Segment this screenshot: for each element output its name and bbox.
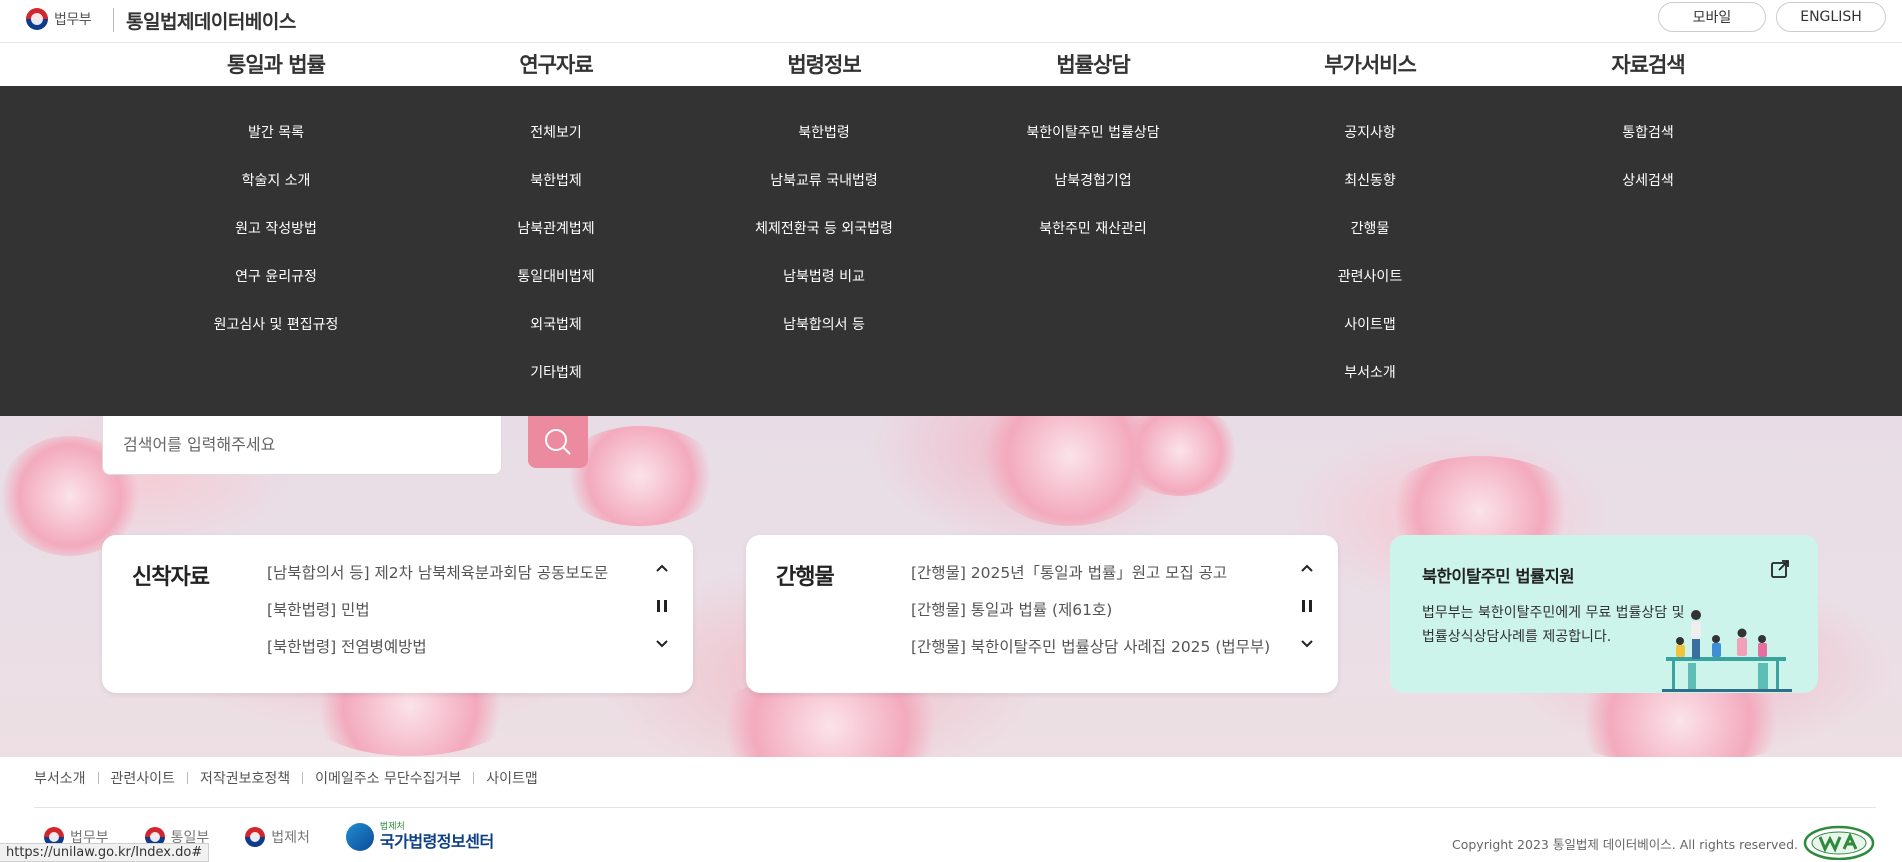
menu-item[interactable]: 학술지 소개 [242,170,311,190]
publications-card: 간행물 [간행물] 2025년「통일과 법률」원고 모집 공고 [간행물] 통일… [746,535,1338,693]
list-item[interactable]: [간행물] 통일과 법률 (제61호) [911,598,1286,635]
menu-item[interactable]: 공지사항 [1344,122,1396,142]
chevron-up-icon[interactable] [1296,557,1318,579]
menu-item[interactable]: 북한법령 [798,122,850,142]
list-item[interactable]: [남북합의서 등] 제2차 남북체육분과회담 공동보도문 [267,561,647,598]
menu-item[interactable]: 남북교류 국내법령 [770,170,878,190]
globe-icon [345,823,374,851]
menu-item[interactable]: 남북경협기업 [1054,170,1131,190]
search-icon [545,429,571,455]
new-materials-title: 신착자료 [132,565,210,590]
menu-item[interactable]: 북한법제 [530,170,582,190]
law-center-name: 국가법령정보센터 [379,832,494,852]
nav-research[interactable]: 연구자료 [519,49,593,79]
menu-item[interactable]: 원고 작성방법 [235,218,317,238]
pause-icon[interactable] [651,595,673,617]
legal-support-title: 북한이탈주민 법률지원 [1422,567,1575,586]
footer-links: 부서소개 관련사이트 저작권보호정책 이메일주소 무단수집거부 사이트맵 [34,768,538,788]
ministry-name: 법무부 [54,12,92,28]
nav-unification-law[interactable]: 통일과 법률 [227,49,326,79]
nav-legal-counsel[interactable]: 법률상담 [1056,49,1130,79]
footer-separator [186,772,188,784]
chevron-down-icon[interactable] [651,633,673,655]
pause-icon[interactable] [1296,595,1318,617]
publications-title: 간행물 [776,565,835,590]
footer-divider [34,807,1876,808]
menu-item[interactable]: 통합검색 [1622,122,1674,142]
top-bar: 법무부 통일법제데이터베이스 모바일 ENGLISH [0,0,1902,43]
mobile-button[interactable]: 모바일 [1658,2,1766,32]
new-materials-list: [남북합의서 등] 제2차 남북체육분과회담 공동보도문 [북한법령] 민법 [… [267,561,647,672]
search-box [102,416,502,475]
menu-item[interactable]: 통일대비법제 [517,266,594,286]
footer-logo-moleg[interactable]: 법제처 [245,827,310,847]
site-title[interactable]: 통일법제데이터베이스 [126,7,296,34]
menu-item[interactable]: 기타법제 [530,362,582,382]
footer-link-sitemap[interactable]: 사이트맵 [486,768,538,788]
english-button[interactable]: ENGLISH [1776,2,1886,32]
new-materials-card: 신착자료 [남북합의서 등] 제2차 남북체육분과회담 공동보도문 [북한법령]… [102,535,693,693]
list-item[interactable]: [간행물] 2025년「통일과 법률」원고 모집 공고 [911,561,1286,598]
publications-list: [간행물] 2025년「통일과 법률」원고 모집 공고 [간행물] 통일과 법률… [911,561,1286,672]
footer-separator [97,772,99,784]
footer-link-related-sites[interactable]: 관련사이트 [111,768,175,788]
footer-separator [473,772,475,784]
main-nav: 통일과 법률 연구자료 법령정보 법률상담 부가서비스 자료검색 [0,43,1902,86]
nav-extra-services[interactable]: 부가서비스 [1324,49,1417,79]
taegeuk-icon [245,827,266,847]
menu-item[interactable]: 남북관계법제 [517,218,594,238]
nav-law-info[interactable]: 법령정보 [787,49,861,79]
footer: 부서소개 관련사이트 저작권보호정책 이메일주소 무단수집거부 사이트맵 법무부… [0,757,1902,860]
menu-item[interactable]: 발간 목록 [248,122,304,142]
chevron-down-icon[interactable] [1296,633,1318,655]
legal-support-card[interactable]: 북한이탈주민 법률지원 법무부는 북한이탈주민에게 무료 법률상담 및 법률상식… [1390,535,1818,693]
menu-item[interactable]: 간행물 [1351,218,1390,238]
list-item[interactable]: [간행물] 북한이탈주민 법률상담 사례집 2025 (법무부) [911,635,1286,672]
menu-item[interactable]: 북한주민 재산관리 [1039,218,1147,238]
nav-data-search[interactable]: 자료검색 [1611,49,1685,79]
header-divider [113,8,114,32]
list-item[interactable]: [북한법령] 전염병예방법 [267,635,647,672]
search-input[interactable] [121,428,485,460]
footer-logo-law-center[interactable]: 법제처 국가법령정보센터 [345,822,494,852]
menu-item[interactable]: 외국법제 [530,314,582,334]
accessibility-mark-icon [1803,825,1875,860]
menu-item[interactable]: 체제전환국 등 외국법령 [755,218,893,238]
menu-item[interactable]: 전체보기 [530,122,582,142]
menu-item[interactable]: 관련사이트 [1338,266,1402,286]
taegeuk-icon [26,8,48,30]
footer-link-departments[interactable]: 부서소개 [34,768,86,788]
menu-item[interactable]: 연구 윤리규정 [235,266,317,286]
hero-section: 신착자료 [남북합의서 등] 제2차 남북체육분과회담 공동보도문 [북한법령]… [0,416,1902,757]
footer-separator [302,772,304,784]
menu-item[interactable]: 사이트맵 [1344,314,1396,334]
legal-support-description: 법무부는 북한이탈주민에게 무료 법률상담 및 법률상식상담사례를 제공합니다. [1422,605,1685,645]
menu-item[interactable]: 최신동향 [1344,170,1396,190]
mega-menu: 발간 목록 학술지 소개 원고 작성방법 연구 윤리규정 원고심사 및 편집규정… [0,86,1902,416]
copyright-text: Copyright 2023 통일법제 데이터베이스. All rights r… [1452,837,1798,852]
list-item[interactable]: [북한법령] 민법 [267,598,647,635]
consultation-illustration [1662,610,1792,692]
footer-logo-label: 법제처 [271,830,310,846]
external-link-icon[interactable] [1770,559,1792,581]
ministry-logo[interactable]: 법무부 [26,8,92,30]
footer-link-email-refusal[interactable]: 이메일주소 무단수집거부 [315,768,461,788]
menu-item[interactable]: 북한이탈주민 법률상담 [1026,122,1159,142]
search-button[interactable] [528,416,588,468]
menu-item[interactable]: 남북법령 비교 [783,266,865,286]
menu-item[interactable]: 원고심사 및 편집규정 [214,314,339,334]
menu-item[interactable]: 남북합의서 등 [783,314,865,334]
browser-status-url: https://unilaw.go.kr/Index.do# [0,843,210,862]
chevron-up-icon[interactable] [651,557,673,579]
menu-item[interactable]: 부서소개 [1344,362,1396,382]
menu-item[interactable]: 상세검색 [1622,170,1674,190]
footer-link-copyright-policy[interactable]: 저작권보호정책 [200,768,290,788]
